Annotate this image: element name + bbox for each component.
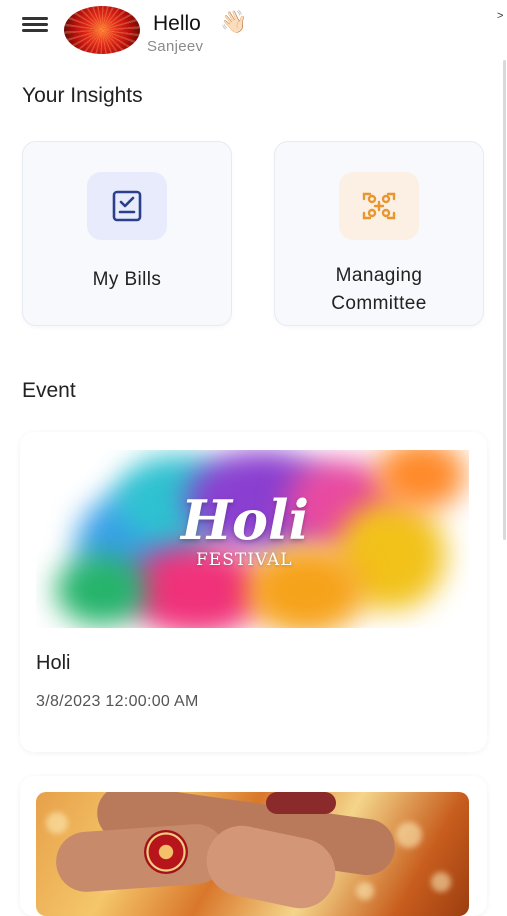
holi-banner-title: Holi bbox=[181, 488, 310, 552]
committee-icon-box bbox=[339, 172, 419, 240]
my-bills-card[interactable]: My Bills bbox=[22, 141, 232, 326]
committee-icon bbox=[362, 192, 396, 220]
event-card-rakhi[interactable] bbox=[20, 776, 487, 916]
avatar[interactable] bbox=[64, 6, 140, 54]
managing-committee-label: Managing Committee bbox=[275, 262, 483, 318]
top-bar: Hello 👋🏻 Sanjeev > bbox=[0, 0, 507, 62]
managing-committee-label-line1: Managing bbox=[335, 265, 423, 286]
insights-heading: Your Insights bbox=[22, 84, 143, 107]
hamburger-menu-icon[interactable] bbox=[22, 14, 48, 36]
waving-hand-icon: 👋🏻 bbox=[220, 9, 248, 34]
username-text: Sanjeev bbox=[147, 38, 204, 55]
rakhi-banner-image bbox=[36, 792, 469, 916]
greeting-text: Hello bbox=[153, 12, 201, 35]
scrollbar[interactable] bbox=[503, 60, 506, 540]
holi-banner-subtitle: FESTIVAL bbox=[196, 550, 293, 570]
chevron-right-icon[interactable]: > bbox=[497, 10, 503, 22]
my-bills-icon-box bbox=[87, 172, 167, 240]
event-name: Holi bbox=[36, 652, 71, 674]
managing-committee-card[interactable]: Managing Committee bbox=[274, 141, 484, 326]
my-bills-label: My Bills bbox=[92, 269, 162, 290]
event-date: 3/8/2023 12:00:00 AM bbox=[36, 693, 199, 710]
managing-committee-label-line2: Committee bbox=[331, 293, 427, 314]
event-heading: Event bbox=[22, 379, 76, 402]
event-card-holi[interactable]: Holi FESTIVAL Holi 3/8/2023 12:00:00 AM bbox=[20, 432, 487, 752]
holi-banner-image: Holi FESTIVAL bbox=[36, 450, 469, 628]
bill-icon bbox=[112, 190, 142, 222]
